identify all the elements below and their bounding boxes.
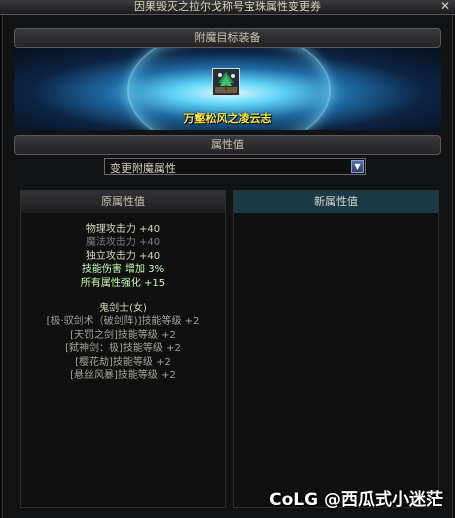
chevron-down-icon[interactable]: ▼	[351, 160, 364, 173]
watermark: CoLG @西瓜式小迷茫	[269, 490, 443, 510]
skill-line: [天罚之剑]技能等级 +2	[70, 329, 176, 341]
new-attributes-header: 新属性值	[234, 191, 438, 213]
attribute-select-value: 变更附魔属性	[110, 162, 176, 175]
close-button[interactable]: ✕	[438, 0, 452, 14]
skill-line: [樱花劫]技能等级 +2	[75, 356, 171, 368]
stat-line: 所有属性强化 +15	[80, 277, 166, 289]
target-section-header: 附魔目标装备	[14, 28, 441, 48]
skill-line: [极·驭剑术（破剑阵)]技能等级 +2	[46, 316, 200, 328]
window-title: 因果毁灭之拉尔戈称号宝珠属性变更券	[134, 0, 321, 13]
title-bar: 因果毁灭之拉尔戈称号宝珠属性变更券 ✕	[0, 0, 455, 15]
skill-line: [弑神剑：极]技能等级 +2	[65, 343, 181, 355]
stat-line: 技能伤害 增加 3%	[81, 264, 165, 276]
attribute-select[interactable]: 变更附魔属性 ▼	[104, 158, 366, 175]
original-attributes-panel: 原属性值 物理攻击力 +40 魔法攻击力 +40 独立攻击力 +40 技能伤害 …	[20, 190, 226, 508]
attribute-section-title: 属性值	[211, 138, 244, 151]
stat-line: 物理攻击力 +40	[85, 224, 161, 235]
target-section-title: 附魔目标装备	[194, 31, 261, 44]
target-item-name: 万壑松风之凌云志	[183, 112, 272, 125]
class-name: 鬼剑士(女)	[99, 303, 147, 315]
skill-line: [悬丝风暴]技能等级 +2	[70, 370, 176, 382]
stat-line: 独立攻击力 +40	[85, 250, 161, 262]
stat-line: 魔法攻击力 +40	[85, 237, 161, 249]
new-attributes-panel: 新属性值	[233, 190, 439, 508]
tree-landscape-icon[interactable]	[212, 68, 240, 96]
attribute-section-header: 属性值	[14, 135, 441, 155]
original-attributes-header: 原属性值	[21, 191, 225, 213]
target-item-slot: 万壑松风之凌云志	[14, 48, 441, 130]
